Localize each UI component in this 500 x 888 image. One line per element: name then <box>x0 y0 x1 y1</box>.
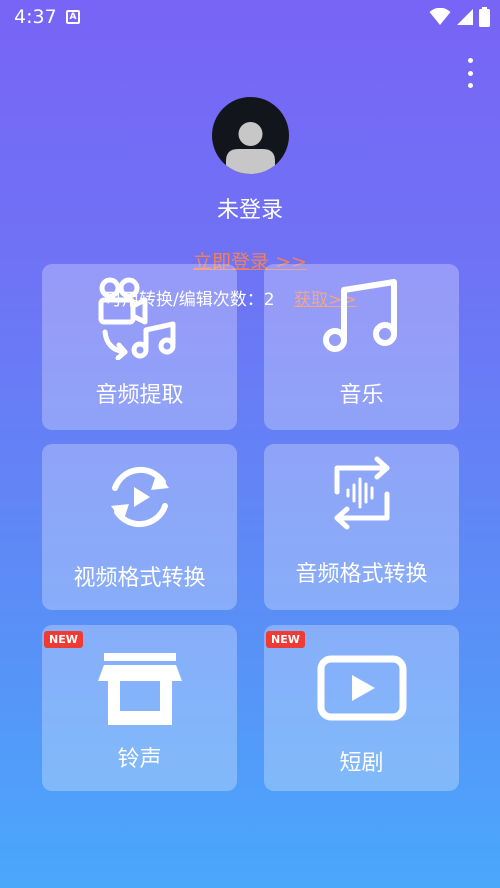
card-label: 音频格式转换 <box>295 562 428 587</box>
video-to-music-icon <box>98 277 175 360</box>
card-label: 视频格式转换 <box>73 566 206 591</box>
status-time: 4:37 <box>14 6 57 28</box>
battery-icon <box>479 7 490 27</box>
store-icon <box>97 653 182 725</box>
card-label: 铃声 <box>117 747 162 772</box>
new-badge: NEW <box>44 631 83 648</box>
avatar[interactable] <box>212 97 289 174</box>
card-label: 短剧 <box>339 751 384 776</box>
audio-convert-icon <box>334 456 389 530</box>
signal-icon <box>457 9 473 25</box>
card-audio-extract[interactable]: 音频提取 <box>42 264 237 430</box>
user-silhouette-icon <box>226 122 275 174</box>
rotate-play-icon <box>110 466 169 528</box>
card-music[interactable]: 音乐 <box>264 264 459 430</box>
card-label: 音乐 <box>339 383 384 408</box>
wifi-icon <box>429 8 451 25</box>
username: 未登录 <box>216 198 283 223</box>
more-dot-icon <box>467 83 473 88</box>
status-icons <box>429 6 490 28</box>
card-ringtone[interactable]: NEW 铃声 <box>42 625 237 791</box>
notification-icon: A <box>66 10 80 24</box>
play-box-icon <box>317 655 406 721</box>
more-dot-icon <box>467 70 473 76</box>
card-label: 音频提取 <box>95 383 184 408</box>
more-dot-icon <box>467 58 473 63</box>
status-bar: 4:37 A <box>0 0 500 36</box>
card-video-convert[interactable]: 视频格式转换 <box>42 444 237 610</box>
new-badge: NEW <box>266 631 305 648</box>
music-note-icon <box>322 279 397 352</box>
card-short-drama[interactable]: NEW 短剧 <box>264 625 459 791</box>
card-audio-convert[interactable]: 音频格式转换 <box>264 444 459 610</box>
more-menu-button[interactable] <box>464 58 476 88</box>
